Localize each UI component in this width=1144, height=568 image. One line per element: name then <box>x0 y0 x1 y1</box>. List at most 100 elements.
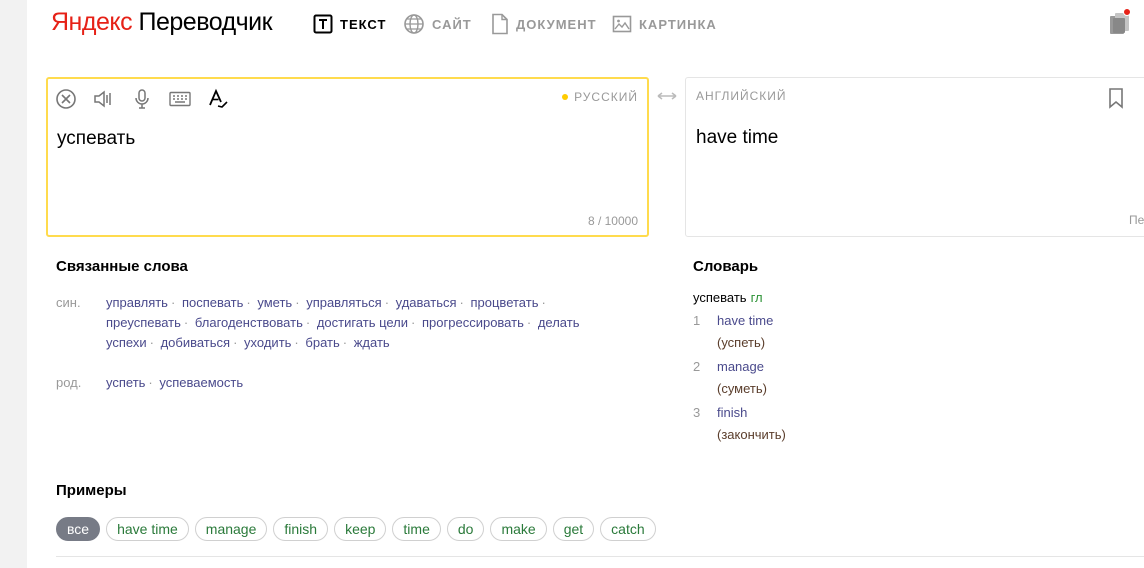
entry-number: 3 <box>693 405 701 420</box>
microphone-icon <box>135 89 149 109</box>
synonym-word[interactable]: добиваться <box>161 335 231 350</box>
dictionary-headword: успевать гл <box>693 290 763 305</box>
example-chip[interactable]: time <box>392 517 441 541</box>
separator: · <box>411 315 416 330</box>
synonym-word[interactable]: благоденствовать <box>195 315 303 330</box>
tab-text[interactable]: ТЕКСТ <box>313 12 386 36</box>
source-language-dot <box>562 93 569 100</box>
example-chip[interactable]: manage <box>194 517 268 541</box>
bookmark-icon <box>1109 88 1123 109</box>
page: Яндекс Переводчик ТЕКСТ САЙТ ДОКУМЕНТ КА… <box>27 0 1144 568</box>
logo-product: Переводчик <box>138 8 273 36</box>
synonym-word[interactable]: управляться <box>306 295 382 310</box>
example-filters: все have time manage finish keep time do make ge… <box>56 517 656 541</box>
image-icon <box>612 15 632 33</box>
related-list: успеть · успеваемость <box>106 373 626 393</box>
tab-image[interactable]: КАРТИНКА <box>612 12 717 36</box>
spellcheck-icon <box>209 88 228 108</box>
separator: · <box>246 295 251 310</box>
translation-text: have time <box>696 127 779 148</box>
separator: · <box>295 295 300 310</box>
separator: · <box>170 295 176 310</box>
tab-site-label: САЙТ <box>432 16 472 32</box>
example-chip[interactable]: do <box>446 517 485 541</box>
synonym-word[interactable]: достигать цели <box>317 315 408 330</box>
separator: · <box>526 315 532 330</box>
swap-arrows-icon <box>657 92 677 100</box>
source-language[interactable]: РУССКИЙ <box>562 90 638 104</box>
entry-translation[interactable]: finish <box>717 402 747 424</box>
entry-translation[interactable]: have time <box>717 310 773 332</box>
synonym-word[interactable]: брать <box>305 335 339 350</box>
separator: · <box>459 295 464 310</box>
example-chip[interactable]: have time <box>106 517 189 541</box>
example-chip[interactable]: get <box>552 517 595 541</box>
example-chip[interactable]: keep <box>334 517 387 541</box>
listen-button[interactable] <box>92 87 116 111</box>
entry-example: (суметь) <box>717 381 767 396</box>
logo-brand: Яндекс <box>51 8 133 36</box>
synonym-word[interactable]: поспевать <box>182 295 243 310</box>
separator: · <box>541 295 546 310</box>
keyboard-icon <box>169 91 191 107</box>
syn-label: син. <box>56 295 81 310</box>
separator: · <box>305 315 311 330</box>
clear-button[interactable] <box>54 87 78 111</box>
tab-document-label: ДОКУМЕНТ <box>516 16 597 32</box>
related-row: род. успеть · успеваемость <box>56 373 616 393</box>
related-word[interactable]: успеть <box>106 375 145 390</box>
logo[interactable]: Яндекс Переводчик <box>51 8 273 37</box>
part-of-speech: гл <box>750 290 763 305</box>
separator: · <box>183 315 189 330</box>
divider <box>56 556 1144 557</box>
related-word[interactable]: успеваемость <box>159 375 243 390</box>
synonym-word[interactable]: уходить <box>244 335 291 350</box>
text-icon <box>313 14 333 34</box>
notification-dot <box>1123 8 1131 16</box>
bookmark-button[interactable] <box>1104 86 1128 110</box>
example-chip[interactable]: finish <box>273 517 329 541</box>
separator: · <box>342 335 348 350</box>
entry-number: 2 <box>693 359 701 374</box>
source-language-label: РУССКИЙ <box>574 90 638 104</box>
synonym-word[interactable]: прогрессировать <box>422 315 524 330</box>
spellcheck-button[interactable] <box>206 87 230 111</box>
char-counter: 8 / 10000 <box>587 214 638 228</box>
voice-input-button[interactable] <box>130 87 154 111</box>
source-text-input[interactable]: успевать <box>57 128 135 150</box>
separator: · <box>148 375 153 390</box>
entry-number: 1 <box>693 313 701 328</box>
separator: · <box>149 335 154 350</box>
tab-document[interactable]: ДОКУМЕНТ <box>491 12 597 36</box>
tab-site[interactable]: САЙТ <box>403 12 472 36</box>
synonym-word[interactable]: уметь <box>257 295 292 310</box>
speaker-icon <box>94 90 111 108</box>
synonym-word[interactable]: управлять <box>106 295 168 310</box>
synonym-word[interactable]: процветать <box>470 295 538 310</box>
tab-text-label: ТЕКСТ <box>340 16 387 32</box>
close-circle-icon <box>56 89 76 109</box>
globe-icon <box>404 14 424 34</box>
keyboard-button[interactable] <box>168 87 192 111</box>
example-chip[interactable]: make <box>490 517 547 541</box>
separator: · <box>384 295 390 310</box>
headword: успевать <box>693 290 747 305</box>
example-chip[interactable]: все <box>56 517 101 541</box>
target-panel: АНГЛИЙСКИЙ have time Пе <box>685 77 1144 237</box>
swap-languages-button[interactable] <box>655 86 679 106</box>
synonym-word[interactable]: ждать <box>354 335 390 350</box>
tab-image-label: КАРТИНКА <box>639 16 717 32</box>
rod-label: род. <box>56 375 82 390</box>
separator: · <box>233 335 238 350</box>
example-chip[interactable]: catch <box>600 517 656 541</box>
synonym-word[interactable]: преуспевать <box>106 315 181 330</box>
source-panel: РУССКИЙ успевать 8 / 10000 <box>46 77 649 237</box>
entry-translation[interactable]: manage <box>717 356 764 378</box>
target-language[interactable]: АНГЛИЙСКИЙ <box>696 89 787 103</box>
synonym-word[interactable]: удаваться <box>396 295 457 310</box>
collections-button[interactable] <box>1108 8 1132 36</box>
dictionary-title: Словарь <box>693 258 759 275</box>
separator: · <box>294 335 299 350</box>
synonyms-list: управлять · поспевать · уметь · управляться… <box>106 293 626 353</box>
entry-example: (закончить) <box>717 427 786 442</box>
